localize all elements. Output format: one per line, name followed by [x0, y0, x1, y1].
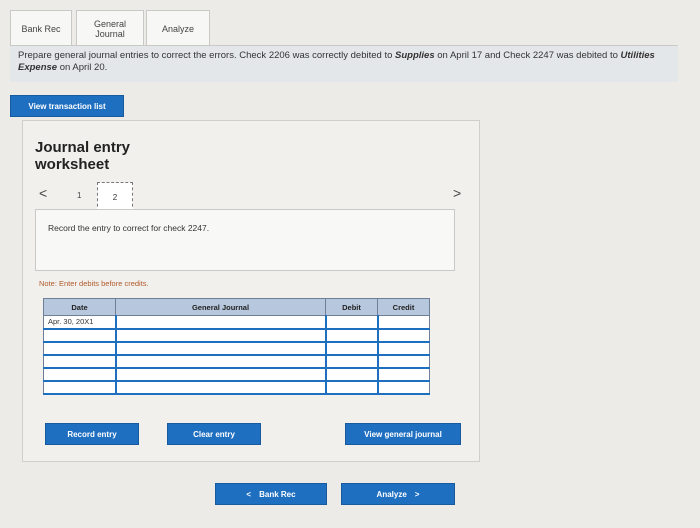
- next-page-icon[interactable]: >: [453, 185, 461, 201]
- instructions-supplies: Supplies: [395, 50, 435, 61]
- tab-analyze[interactable]: Analyze: [146, 10, 210, 46]
- view-general-journal-button[interactable]: View general journal: [345, 423, 461, 445]
- debit-field[interactable]: [324, 315, 378, 330]
- chevron-left-icon: <: [246, 489, 252, 499]
- credit-field[interactable]: [376, 380, 430, 395]
- worksheet-title-line1: Journal entry: [35, 139, 131, 156]
- debit-field[interactable]: [324, 380, 378, 395]
- debit-field[interactable]: [324, 328, 378, 343]
- account-field[interactable]: [114, 341, 326, 356]
- date-cell[interactable]: [43, 328, 116, 343]
- button-label: View transaction list: [28, 101, 106, 111]
- tab-label: General: [93, 18, 127, 29]
- account-field[interactable]: [114, 328, 326, 343]
- table-row: Apr. 30, 20X1: [43, 315, 430, 330]
- tab-bank-rec[interactable]: Bank Rec: [10, 10, 72, 46]
- date-cell[interactable]: [43, 341, 116, 356]
- clear-entry-button[interactable]: Clear entry: [167, 423, 261, 445]
- credit-field[interactable]: [376, 354, 430, 369]
- record-entry-button[interactable]: Record entry: [45, 423, 139, 445]
- journal-table: Date General Journal Debit Credit Apr. 3…: [43, 298, 430, 395]
- col-header-general-journal: General Journal: [115, 298, 326, 316]
- page-2-current[interactable]: 2: [97, 182, 133, 212]
- note-text: Note: Enter debits before credits.: [39, 279, 149, 288]
- date-cell[interactable]: Apr. 30, 20X1: [43, 315, 116, 330]
- prev-bank-rec-button[interactable]: < Bank Rec: [215, 483, 327, 505]
- credit-field[interactable]: [376, 341, 430, 356]
- worksheet-title-line2: worksheet: [35, 156, 110, 173]
- worksheet-title: Journal entry worksheet: [35, 139, 130, 173]
- page-2-label: 2: [112, 192, 118, 202]
- credit-field[interactable]: [376, 367, 430, 382]
- col-header-credit: Credit: [377, 298, 430, 316]
- tab-label-line2: Journal: [95, 28, 125, 39]
- credit-field[interactable]: [376, 328, 430, 343]
- debit-field[interactable]: [324, 367, 378, 382]
- instructions: Prepare general journal entries to corre…: [10, 46, 678, 82]
- account-field[interactable]: [114, 315, 326, 330]
- credit-field[interactable]: [376, 315, 430, 330]
- entry-prompt: Record the entry to correct for check 22…: [48, 223, 210, 233]
- tab-label: Analyze: [161, 23, 195, 34]
- instructions-text-3: on April 20.: [57, 62, 108, 73]
- tab-label: Bank Rec: [21, 23, 61, 34]
- table-row: [43, 341, 430, 356]
- table-row: [43, 354, 430, 369]
- next-analyze-button[interactable]: Analyze >: [341, 483, 455, 505]
- journal-entry-worksheet: Journal entry worksheet < 1 2 > Record t…: [22, 120, 480, 462]
- account-field[interactable]: [114, 354, 326, 369]
- entry-prompt-box: Record the entry to correct for check 22…: [35, 209, 455, 271]
- date-cell[interactable]: [43, 367, 116, 382]
- button-label: Analyze: [376, 489, 407, 499]
- table-row: [43, 380, 430, 395]
- prev-page-icon[interactable]: <: [39, 185, 47, 201]
- button-label: Clear entry: [193, 429, 235, 439]
- button-label: Bank Rec: [259, 489, 296, 499]
- col-header-date: Date: [43, 298, 116, 316]
- chevron-right-icon: >: [414, 489, 420, 499]
- account-field[interactable]: [114, 380, 326, 395]
- button-label: View general journal: [364, 429, 442, 439]
- tab-general-journal[interactable]: General Journal: [76, 10, 144, 46]
- view-transaction-list-button[interactable]: View transaction list: [10, 95, 124, 117]
- instructions-text-1: Prepare general journal entries to corre…: [18, 50, 396, 61]
- table-row: [43, 328, 430, 343]
- table-row: [43, 367, 430, 382]
- debit-field[interactable]: [324, 341, 378, 356]
- date-cell[interactable]: [43, 354, 116, 369]
- button-label: Record entry: [67, 429, 117, 439]
- date-cell[interactable]: [43, 380, 116, 395]
- page-1[interactable]: 1: [77, 191, 81, 200]
- account-field[interactable]: [114, 367, 326, 382]
- col-header-debit: Debit: [325, 298, 378, 316]
- instructions-text-2: on April 17 and Check 2247 was debited t…: [434, 50, 621, 61]
- debit-field[interactable]: [324, 354, 378, 369]
